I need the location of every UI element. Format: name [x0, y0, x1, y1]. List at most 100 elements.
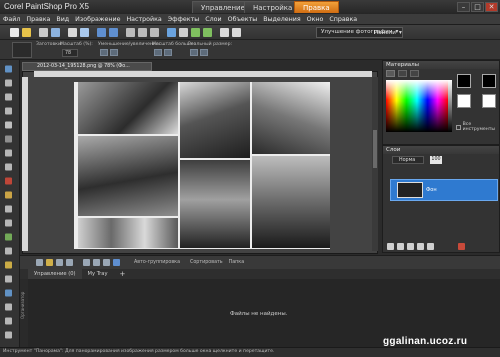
organizer-view-icon[interactable] [36, 259, 43, 266]
layer-thumbnail [397, 182, 423, 198]
menu-window[interactable]: Окно [304, 14, 327, 25]
blend-mode-select[interactable]: Норма [392, 156, 424, 164]
pen-icon[interactable] [3, 302, 14, 312]
zoom-in-icon[interactable] [191, 27, 200, 37]
actual-size-icon[interactable] [190, 49, 198, 56]
sort-select[interactable]: Папка [229, 260, 245, 265]
swatches-tab-icon[interactable] [410, 70, 419, 77]
redo-icon[interactable] [109, 27, 118, 37]
menu-layers[interactable]: Слои [202, 14, 224, 25]
opacity-input[interactable]: 100 [430, 156, 442, 164]
pan-icon[interactable] [3, 64, 14, 74]
zoom-input[interactable]: 78 [62, 49, 78, 57]
info-icon[interactable] [167, 27, 176, 37]
tab-my-tray[interactable]: My Tray [82, 269, 114, 279]
layer-mask-icon[interactable] [397, 242, 404, 250]
save-icon[interactable] [39, 27, 48, 37]
tab-manage-organizer[interactable]: Управление (0) [28, 269, 82, 279]
zoom-window-icon[interactable] [164, 49, 172, 56]
rotate-icon[interactable] [232, 27, 241, 37]
paint-brush-icon[interactable] [3, 232, 14, 242]
text-icon[interactable] [3, 274, 14, 284]
eraser-icon[interactable] [3, 246, 14, 256]
color-spectrum[interactable] [386, 80, 448, 132]
foreground-swatch[interactable] [457, 74, 471, 88]
copy-icon[interactable] [138, 27, 147, 37]
organizer-edit-icon[interactable] [66, 259, 73, 266]
actual-size-label: Реальный размер: [188, 42, 233, 47]
image-canvas[interactable] [74, 82, 330, 249]
print-icon[interactable] [68, 27, 77, 37]
photo-cougar [180, 160, 250, 248]
document-tab[interactable]: 2012-03-14_195128.png @ 78% (Фо... [22, 62, 152, 71]
email-icon[interactable] [80, 27, 89, 37]
menu-file[interactable]: Файл [0, 14, 23, 25]
zoom-out-small-icon[interactable] [100, 49, 108, 56]
auto-group-label[interactable]: Авто-группировка [134, 260, 180, 265]
scratch-remover-icon[interactable] [3, 218, 14, 228]
organizer-share-icon[interactable] [83, 259, 90, 266]
all-tools-checkbox[interactable]: Все инструменты [456, 122, 500, 132]
red-eye-icon[interactable] [3, 176, 14, 186]
menu-edit[interactable]: Правка [23, 14, 53, 25]
crop-icon[interactable] [3, 134, 14, 144]
background-texture-swatch[interactable] [482, 94, 496, 108]
menu-adjust[interactable]: Настройка [123, 14, 164, 25]
menu-effects[interactable]: Эффекты [165, 14, 202, 25]
grayscale-strip[interactable] [448, 80, 452, 132]
straighten-icon[interactable] [3, 148, 14, 158]
zoom-fit-icon[interactable] [154, 49, 162, 56]
new-layer-icon[interactable] [387, 242, 394, 250]
zoom-out-icon[interactable] [203, 27, 212, 37]
delete-layer-icon[interactable] [458, 242, 465, 250]
new-icon[interactable] [10, 27, 19, 37]
organizer-email-icon[interactable] [113, 259, 120, 266]
add-tab-button[interactable]: + [114, 269, 132, 279]
tab-edit[interactable]: Правка [294, 1, 339, 13]
layer-name[interactable]: Фон [426, 187, 437, 193]
menu-image[interactable]: Изображение [72, 14, 123, 25]
makeover-icon[interactable] [3, 190, 14, 200]
vertical-scroll-thumb[interactable] [373, 130, 377, 168]
preset-shape-icon[interactable] [3, 288, 14, 298]
background-swatch[interactable] [482, 74, 496, 88]
selection-icon[interactable] [3, 92, 14, 102]
organizer-tray-icon[interactable] [93, 259, 100, 266]
undo-icon[interactable] [97, 27, 106, 37]
open-icon[interactable] [22, 27, 31, 37]
fullscreen-icon[interactable] [220, 27, 229, 37]
fill-icon[interactable] [3, 260, 14, 270]
cut-icon[interactable] [126, 27, 135, 37]
save-as-icon[interactable] [51, 27, 60, 37]
organizer-info-icon[interactable] [56, 259, 63, 266]
presets-picker[interactable] [12, 42, 32, 58]
grid-icon[interactable] [179, 27, 188, 37]
panels-dropdown[interactable]: Панели ▾ [374, 27, 402, 38]
close-button[interactable]: ✕ [485, 2, 498, 12]
maximize-button[interactable]: □ [471, 2, 484, 12]
organizer-print-icon[interactable] [103, 259, 110, 266]
pick-icon[interactable] [3, 78, 14, 88]
zoom-in-small-icon[interactable] [110, 49, 118, 56]
paste-icon[interactable] [150, 27, 159, 37]
perspective-icon[interactable] [3, 162, 14, 172]
freehand-selection-icon[interactable] [3, 106, 14, 116]
rainbow-tab-icon[interactable] [398, 70, 407, 77]
organizer-tag-icon[interactable] [46, 259, 53, 266]
adjustment-layer-icon[interactable] [407, 242, 414, 250]
tab-adjust[interactable]: Настройка [244, 1, 302, 13]
dropper-icon[interactable] [3, 120, 14, 130]
menu-view[interactable]: Вид [53, 14, 72, 25]
menu-help[interactable]: Справка [326, 14, 360, 25]
minimize-button[interactable]: – [457, 2, 470, 12]
group-layer-icon[interactable] [427, 242, 434, 250]
menu-selections[interactable]: Выделения [260, 14, 303, 25]
link-layer-icon[interactable] [417, 242, 424, 250]
menu-objects[interactable]: Объекты [225, 14, 261, 25]
clone-icon[interactable] [3, 204, 14, 214]
fit-screen-icon[interactable] [200, 49, 208, 56]
foreground-texture-swatch[interactable] [457, 94, 471, 108]
lighten-darken-icon[interactable] [3, 330, 14, 340]
spectrum-tab-icon[interactable] [386, 70, 395, 77]
warp-brush-icon[interactable] [3, 316, 14, 326]
